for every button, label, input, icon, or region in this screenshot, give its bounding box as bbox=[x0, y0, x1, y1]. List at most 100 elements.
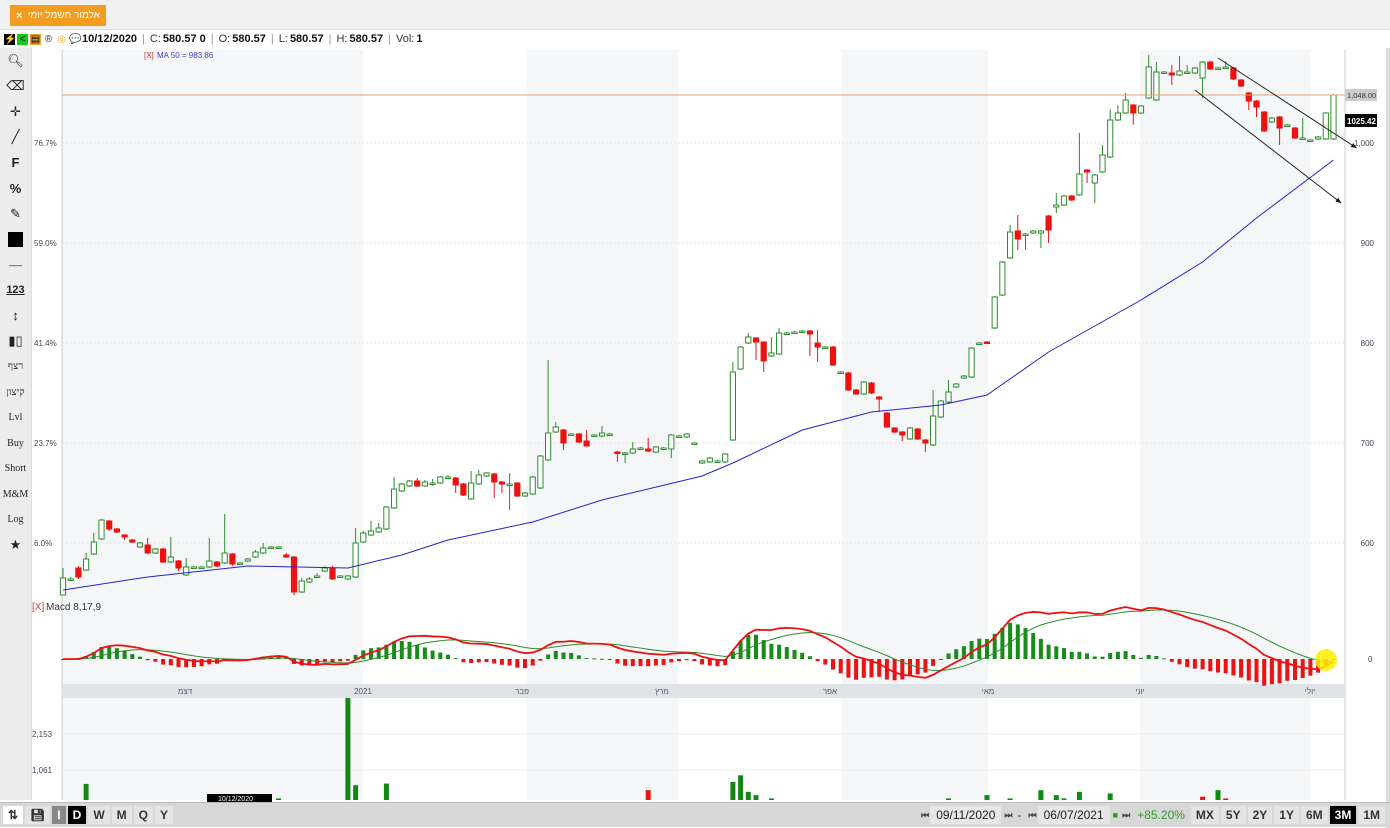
candle-body bbox=[468, 482, 475, 500]
save-icon[interactable]: 💾︎ bbox=[25, 806, 51, 824]
end-last-button[interactable]: ⏭ bbox=[1119, 810, 1131, 821]
interval-button-y[interactable]: Y bbox=[154, 806, 173, 824]
month-label: מאי bbox=[982, 687, 995, 696]
interval-button-q[interactable]: Q bbox=[133, 806, 153, 824]
macd-histogram-bar bbox=[1169, 659, 1174, 662]
chart-type-icon[interactable]: ⇅ bbox=[3, 806, 24, 824]
macd-histogram-bar bbox=[931, 659, 936, 666]
range-button-2y[interactable]: 2Y bbox=[1247, 806, 1273, 824]
volume-bar bbox=[1038, 790, 1044, 800]
lock-icon[interactable]: ■ bbox=[1110, 810, 1119, 820]
candle-body bbox=[483, 472, 490, 477]
macd-histogram-bar bbox=[653, 659, 658, 666]
right-scrollbar[interactable] bbox=[1386, 48, 1390, 828]
range-button-1m[interactable]: 1M bbox=[1358, 806, 1385, 824]
candle-body bbox=[83, 558, 90, 571]
candle bbox=[652, 446, 659, 453]
candle bbox=[737, 346, 744, 370]
interval-button-d[interactable]: D bbox=[67, 806, 87, 824]
range-button-3m[interactable]: 3M bbox=[1329, 806, 1357, 824]
candle bbox=[437, 476, 444, 484]
macd-histogram-bar bbox=[1192, 659, 1197, 669]
start-first-button[interactable]: ⏮ bbox=[918, 810, 930, 821]
candle-body bbox=[1176, 70, 1183, 76]
candle-body bbox=[845, 372, 852, 391]
candle bbox=[853, 389, 860, 395]
macd-histogram-bar bbox=[1239, 659, 1244, 678]
candle-body bbox=[1214, 67, 1222, 70]
candle-body bbox=[668, 434, 675, 450]
candle bbox=[960, 375, 967, 379]
interval-button-m[interactable]: M bbox=[111, 806, 132, 824]
macd-histogram-bar bbox=[607, 659, 612, 660]
macd-histogram-bar bbox=[877, 659, 882, 677]
macd-histogram-bar bbox=[1293, 659, 1297, 680]
volume-bar bbox=[768, 798, 774, 800]
candle-body bbox=[1153, 71, 1160, 101]
month-label: יוני bbox=[1135, 687, 1144, 696]
candle bbox=[883, 412, 890, 428]
candle-body bbox=[1099, 154, 1106, 173]
range-button-5y[interactable]: 5Y bbox=[1220, 806, 1246, 824]
volume-bar bbox=[1200, 796, 1206, 800]
volume-tick-label: 2,153 bbox=[32, 730, 53, 739]
volume-tick-label: 1,061 bbox=[32, 766, 53, 775]
candle-body bbox=[876, 396, 883, 400]
candle bbox=[1207, 61, 1214, 70]
macd-histogram-bar bbox=[792, 649, 797, 659]
macd-histogram-bar bbox=[430, 650, 435, 659]
macd-histogram-bar bbox=[576, 655, 581, 659]
start-next-button[interactable]: ⏭ bbox=[1001, 810, 1013, 821]
range-button-6m[interactable]: 6M bbox=[1300, 806, 1328, 824]
interval-button-i[interactable]: I bbox=[52, 806, 66, 824]
candle-body bbox=[267, 546, 274, 549]
macd-histogram-bar bbox=[646, 659, 651, 667]
candle bbox=[683, 433, 690, 438]
macd-histogram-bar bbox=[1031, 633, 1036, 659]
macd-histogram-bar bbox=[176, 659, 181, 667]
candle-body bbox=[1284, 124, 1291, 127]
macd-remove-button[interactable]: [X] bbox=[32, 602, 44, 613]
end-date[interactable]: 06/07/2021 bbox=[1037, 806, 1110, 824]
macd-histogram-bar bbox=[114, 648, 119, 659]
stock-chart[interactable]: 1,000 76.7% 900 59.0% 800 41.4% 700 23.7% 600 6.0… bbox=[0, 0, 1390, 802]
range-button-1y[interactable]: 1Y bbox=[1274, 806, 1299, 824]
candle bbox=[1191, 67, 1199, 74]
candle bbox=[991, 296, 998, 329]
macd-histogram-bar bbox=[461, 659, 466, 663]
ma-remove-button[interactable]: [X] bbox=[144, 51, 154, 60]
macd-histogram-bar bbox=[1200, 659, 1205, 670]
candle-body bbox=[67, 578, 74, 581]
volume-bar bbox=[1076, 791, 1082, 800]
interval-button-w[interactable]: W bbox=[88, 806, 110, 824]
candle bbox=[953, 383, 960, 388]
candle-body bbox=[645, 448, 652, 452]
candle-body bbox=[514, 482, 521, 497]
bottom-toolbar: ⇅ 💾︎ IDWMQY ⏮ 09/11/2020 ⏭ - ⏮ 06/07/202… bbox=[0, 802, 1390, 827]
range-button-mx[interactable]: MX bbox=[1190, 806, 1219, 824]
macd-histogram-bar bbox=[338, 659, 343, 662]
start-date[interactable]: 09/11/2020 bbox=[930, 806, 1002, 824]
candle-body bbox=[198, 566, 205, 569]
macd-histogram-bar bbox=[1216, 659, 1220, 673]
candle-body bbox=[598, 432, 606, 437]
candle bbox=[75, 566, 82, 579]
percent-tick-label: 6.0% bbox=[34, 539, 52, 548]
macd-histogram-bar bbox=[530, 659, 535, 666]
macd-histogram-bar bbox=[846, 659, 851, 678]
candle-body bbox=[1137, 105, 1145, 114]
candle bbox=[1060, 195, 1068, 206]
candle-body bbox=[591, 434, 598, 437]
candle bbox=[1322, 112, 1329, 140]
candle-body bbox=[937, 400, 944, 418]
candle bbox=[98, 519, 105, 540]
end-first-button[interactable]: ⏮ bbox=[1025, 810, 1037, 821]
candle-body bbox=[229, 553, 236, 565]
candle-body bbox=[1199, 61, 1206, 79]
candle-body bbox=[1045, 215, 1052, 231]
candle bbox=[290, 556, 298, 595]
candle bbox=[968, 347, 975, 378]
macd-histogram-bar bbox=[838, 659, 843, 674]
candle-body bbox=[806, 330, 813, 335]
candle-body bbox=[1022, 233, 1029, 236]
